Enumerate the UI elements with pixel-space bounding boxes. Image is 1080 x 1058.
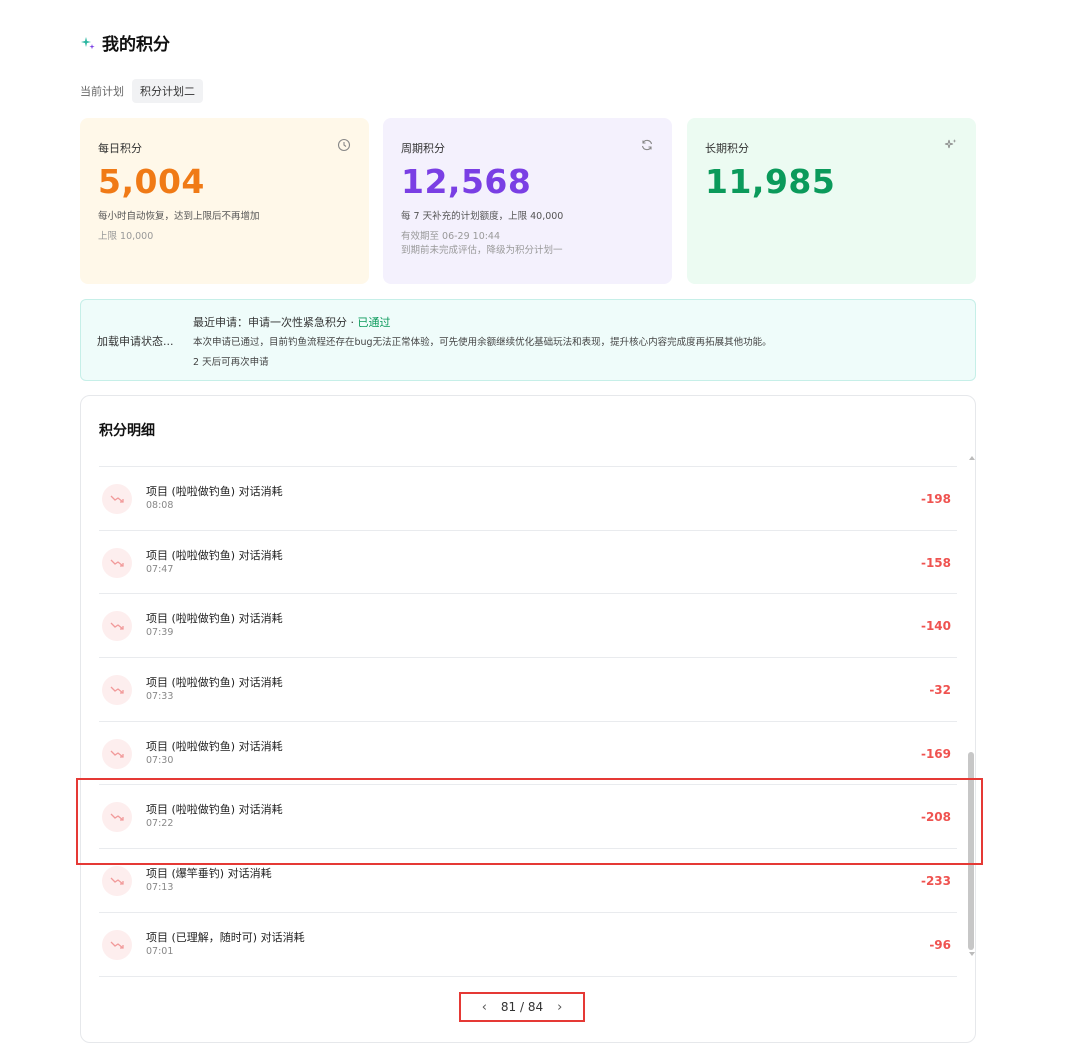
item-amount: -169 (920, 746, 951, 761)
card-title: 长期积分 (705, 142, 749, 155)
item-amount: -96 (929, 937, 951, 952)
trend-down-icon (102, 738, 132, 769)
section-title: 积分明细 (99, 423, 155, 439)
refresh-icon (641, 139, 653, 151)
list-item: 项目 (已理解，随时可) 对话消耗 07:01 -96 (99, 911, 957, 976)
clock-icon (337, 138, 351, 152)
plan-label: 当前计划 (80, 85, 124, 98)
recent-application-label: 最近申请：申请一次性紧急积分 · (193, 316, 358, 329)
period-expiry: 有效期至 06-29 10:44 到期前未完成评估，降级为积分计划一 (401, 230, 654, 258)
highlight-box (76, 778, 983, 865)
list-item: 项目 (啦啦做钓鱼) 对话消耗 08:08 -198 (99, 466, 957, 530)
trend-down-icon (102, 866, 132, 897)
page-title-text: 我的积分 (102, 35, 170, 55)
prev-page-button[interactable]: ‹ (482, 1000, 487, 1015)
points-detail-list[interactable]: 项目 (啦啦做钓鱼) 对话消耗 08:08 -198 项目 (啦啦做钓鱼) 对话… (99, 466, 957, 976)
trend-down-icon (102, 611, 132, 642)
card-description: 每小时自动恢复，达到上限后不再增加 (98, 211, 260, 222)
current-plan: 当前计划 积分计划二 (80, 79, 203, 103)
item-name: 项目 (啦啦做钓鱼) 对话消耗 (146, 612, 283, 626)
sparkle-icon (81, 36, 95, 49)
points-detail-panel: 积分明细 项目 (啦啦做钓鱼) 对话消耗 08:08 -198 项目 (啦啦做钓… (80, 395, 976, 1043)
item-amount: -140 (920, 619, 951, 634)
period-points-value: 12,568 (401, 162, 532, 201)
card-title: 每日积分 (98, 142, 142, 155)
recent-application: 最近申请：申请一次性紧急积分 · 已通过 (193, 314, 391, 330)
period-points-card: 周期积分 12,568 每 7 天补充的计划额度，上限 40,000 有效期至 … (383, 118, 672, 284)
item-name: 项目 (啦啦做钓鱼) 对话消耗 (146, 548, 283, 562)
long-term-points-card: 长期积分 11,985 (687, 118, 976, 284)
item-name: 项目 (已理解，随时可) 对话消耗 (146, 930, 305, 944)
long-term-points-value: 11,985 (705, 162, 836, 201)
item-time: 07:30 (146, 754, 174, 766)
item-amount: -32 (929, 683, 951, 698)
item-name: 项目 (啦啦做钓鱼) 对话消耗 (146, 485, 283, 498)
list-item: 项目 (啦啦做钓鱼) 对话消耗 07:30 -169 (99, 720, 957, 785)
item-time: 08:08 (146, 500, 174, 511)
list-item: 项目 (啦啦做钓鱼) 对话消耗 07:47 -158 (99, 529, 957, 594)
card-description: 每 7 天补充的计划额度，上限 40,000 (401, 211, 564, 222)
item-amount: -198 (920, 492, 951, 506)
status-badge: 已通过 (357, 316, 391, 329)
list-item: 项目 (啦啦做钓鱼) 对话消耗 07:33 -32 (99, 657, 957, 721)
item-time: 07:13 (146, 882, 174, 894)
loading-status-text: 加载申请状态... (97, 335, 174, 348)
trend-down-icon (102, 929, 132, 960)
trend-down-icon (102, 484, 132, 514)
scroll-up-arrow[interactable] (969, 456, 975, 460)
item-amount: -158 (920, 555, 951, 570)
list-divider (99, 976, 957, 977)
item-time: 07:47 (146, 563, 174, 575)
page-title: 我的积分 (80, 30, 170, 55)
list-item: 项目 (啦啦做钓鱼) 对话消耗 07:39 -140 (99, 593, 957, 657)
daily-points-card: 每日积分 5,004 每小时自动恢复，达到上限后不再增加 上限 10,000 (80, 118, 369, 284)
application-message: 本次申请已通过，目前钓鱼流程还存在bug无法正常体验，可先使用余额继续优化基础玩… (193, 337, 772, 348)
application-status: 加载申请状态... 最近申请：申请一次性紧急积分 · 已通过 本次申请已通过，目… (80, 299, 976, 381)
item-name: 项目 (啦啦做钓鱼) 对话消耗 (146, 676, 283, 690)
next-page-button[interactable]: › (557, 1000, 562, 1015)
item-name: 项目 (啦啦做钓鱼) 对话消耗 (146, 739, 283, 753)
item-time: 07:39 (146, 627, 174, 639)
card-title: 周期积分 (401, 142, 445, 155)
trend-down-icon (102, 547, 132, 578)
scroll-down-arrow[interactable] (969, 952, 975, 956)
trend-down-icon (102, 675, 132, 706)
item-name: 项目 (爆竿垂钓) 对话消耗 (146, 867, 272, 881)
pagination: ‹ 81 / 84 › (459, 992, 585, 1022)
expiry-note: 到期前未完成评估，降级为积分计划一 (401, 245, 563, 256)
item-time: 07:01 (146, 945, 174, 957)
sparkle-icon (944, 139, 957, 149)
page-indicator: 81 / 84 (500, 1000, 544, 1014)
plan-chip: 积分计划二 (132, 79, 203, 103)
item-time: 07:33 (146, 691, 174, 703)
expiry-date: 有效期至 06-29 10:44 (401, 231, 501, 242)
item-amount: -233 (920, 874, 951, 889)
next-application-hint: 2 天后可再次申请 (193, 357, 269, 368)
daily-points-value: 5,004 (98, 162, 205, 201)
daily-limit: 上限 10,000 (98, 231, 154, 242)
